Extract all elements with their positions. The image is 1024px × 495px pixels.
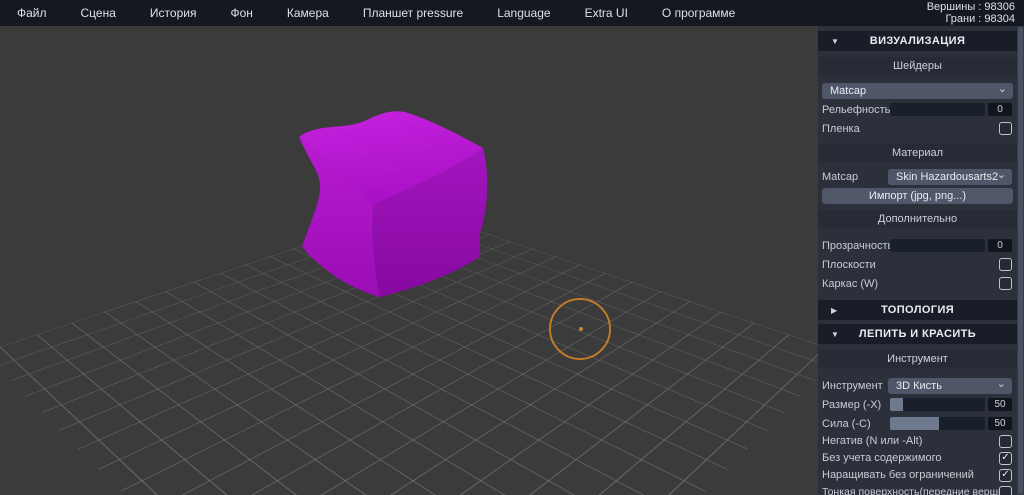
checkmark-icon: ✓ bbox=[1001, 470, 1009, 480]
culling-checkbox[interactable]: ✓ bbox=[999, 452, 1012, 465]
vertices-count: Вершины : 98306 bbox=[927, 1, 1015, 13]
triangle-expanded-icon: ▼ bbox=[831, 330, 839, 339]
matcap-select-value: Skin Hazardousarts2 bbox=[896, 171, 998, 183]
negative-checkbox[interactable]: ✓ bbox=[999, 435, 1012, 448]
strength-row: Сила (-C) 50 bbox=[818, 415, 1017, 432]
subheader-tool: Инструмент bbox=[818, 350, 1017, 368]
menu-item-language[interactable]: Language bbox=[480, 0, 567, 26]
opacity-slider[interactable] bbox=[890, 239, 985, 252]
size-slider-fill bbox=[890, 398, 903, 411]
section-topology[interactable]: ▶ ТОПОЛОГИЯ bbox=[818, 300, 1017, 320]
section-sculpt-paint[interactable]: ▼ ЛЕПИТЬ И КРАСИТЬ bbox=[818, 324, 1017, 344]
wireframe-label: Каркас (W) bbox=[822, 278, 999, 290]
chevron-down-icon: ⌄ bbox=[997, 377, 1006, 390]
tool-label: Инструмент bbox=[822, 380, 888, 392]
tool-row: Инструмент 3D Кисть ⌄ bbox=[818, 377, 1017, 394]
film-checkbox[interactable]: ✓ bbox=[999, 122, 1012, 135]
matcap-label: Matcap bbox=[822, 171, 888, 183]
subheader-additional: Дополнительно bbox=[818, 210, 1017, 228]
checkmark-icon: ✓ bbox=[1001, 453, 1009, 463]
accumulate-label: Наращивать без ограничений bbox=[822, 469, 999, 481]
strength-value[interactable]: 50 bbox=[988, 417, 1012, 430]
viewport-3d[interactable] bbox=[0, 26, 818, 495]
wireframe-checkbox[interactable]: ✓ bbox=[999, 277, 1012, 290]
tool-select[interactable]: 3D Кисть ⌄ bbox=[888, 378, 1012, 394]
section-title: ЛЕПИТЬ И КРАСИТЬ bbox=[818, 328, 1017, 340]
size-value[interactable]: 50 bbox=[988, 398, 1012, 411]
triangle-collapsed-icon: ▶ bbox=[831, 306, 837, 315]
menu-item-history[interactable]: История bbox=[133, 0, 214, 26]
chevron-down-icon: ⌄ bbox=[998, 82, 1007, 95]
size-label: Размер (-X) bbox=[822, 399, 890, 411]
wireframe-row: Каркас (W) ✓ bbox=[818, 275, 1017, 292]
culling-label: Без учета содержимого bbox=[822, 452, 999, 464]
scrollbar-thumb[interactable] bbox=[1018, 27, 1023, 494]
culling-row: Без учета содержимого ✓ bbox=[818, 450, 1017, 466]
sculpted-cube bbox=[270, 108, 500, 308]
matcap-row: Matcap Skin Hazardousarts2 ⌄ bbox=[818, 168, 1017, 185]
tool-select-value: 3D Кисть bbox=[896, 380, 942, 392]
relief-label: Рельефность bbox=[822, 104, 890, 116]
relief-row: Рельефность 0 bbox=[818, 101, 1017, 118]
chevron-down-icon: ⌄ bbox=[997, 168, 1006, 181]
flat-shading-checkbox[interactable]: ✓ bbox=[999, 258, 1012, 271]
relief-value[interactable]: 0 bbox=[988, 103, 1012, 116]
strength-slider-fill bbox=[890, 417, 939, 430]
menu-item-extra-ui[interactable]: Extra UI bbox=[568, 0, 645, 26]
menu-item-camera[interactable]: Камера bbox=[270, 0, 346, 26]
import-matcap-button[interactable]: Импорт (jpg, png...) bbox=[822, 188, 1013, 204]
film-label: Пленка bbox=[822, 123, 999, 135]
shader-select-value: Matcap bbox=[830, 85, 866, 97]
section-title: ВИЗУАЛИЗАЦИЯ bbox=[818, 35, 1017, 47]
faces-count: Грани : 98304 bbox=[927, 13, 1015, 25]
thin-surface-label: Тонкая поверхность(передние вершины) bbox=[822, 486, 999, 495]
flat-shading-row: Плоскости ✓ bbox=[818, 256, 1017, 273]
size-row: Размер (-X) 50 bbox=[818, 396, 1017, 413]
opacity-label: Прозрачность bbox=[822, 240, 890, 252]
menu-item-file[interactable]: Файл bbox=[0, 0, 64, 26]
strength-label: Сила (-C) bbox=[822, 418, 890, 430]
size-slider[interactable] bbox=[890, 398, 985, 411]
subheader-material: Материал bbox=[818, 144, 1017, 162]
matcap-select[interactable]: Skin Hazardousarts2 ⌄ bbox=[888, 169, 1012, 185]
flat-shading-label: Плоскости bbox=[822, 259, 999, 271]
menu-item-about[interactable]: О программе bbox=[645, 0, 752, 26]
mesh-stats: Вершины : 98306 Грани : 98304 bbox=[927, 1, 1015, 25]
section-title: ТОПОЛОГИЯ bbox=[818, 304, 1017, 316]
opacity-value[interactable]: 0 bbox=[988, 239, 1012, 252]
menu-item-tablet-pressure[interactable]: Планшет pressure bbox=[346, 0, 480, 26]
shader-select[interactable]: Matcap ⌄ bbox=[822, 83, 1013, 99]
thin-surface-checkbox[interactable]: ✓ bbox=[999, 486, 1012, 495]
negative-row: Негатив (N или -Alt) ✓ bbox=[818, 433, 1017, 449]
menu-item-scene[interactable]: Сцена bbox=[64, 0, 133, 26]
thin-surface-row: Тонкая поверхность(передние вершины) ✓ bbox=[818, 484, 1017, 495]
strength-slider[interactable] bbox=[890, 417, 985, 430]
brush-center-dot bbox=[579, 327, 583, 331]
accumulate-row: Наращивать без ограничений ✓ bbox=[818, 467, 1017, 483]
accumulate-checkbox[interactable]: ✓ bbox=[999, 469, 1012, 482]
triangle-expanded-icon: ▼ bbox=[831, 37, 839, 46]
relief-slider[interactable] bbox=[890, 103, 985, 116]
opacity-row: Прозрачность 0 bbox=[818, 237, 1017, 254]
film-row: Пленка ✓ bbox=[818, 120, 1017, 137]
section-visualization[interactable]: ▼ ВИЗУАЛИЗАЦИЯ bbox=[818, 31, 1017, 51]
menu-item-background[interactable]: Фон bbox=[213, 0, 269, 26]
menu-bar: Файл Сцена История Фон Камера Планшет pr… bbox=[0, 0, 1024, 26]
sidebar-scrollbar[interactable] bbox=[1017, 26, 1024, 495]
subheader-shaders: Шейдеры bbox=[818, 57, 1017, 75]
negative-label: Негатив (N или -Alt) bbox=[822, 435, 999, 447]
sidebar-panel: ▼ ВИЗУАЛИЗАЦИЯ Шейдеры Matcap ⌄ Рельефно… bbox=[818, 26, 1024, 495]
